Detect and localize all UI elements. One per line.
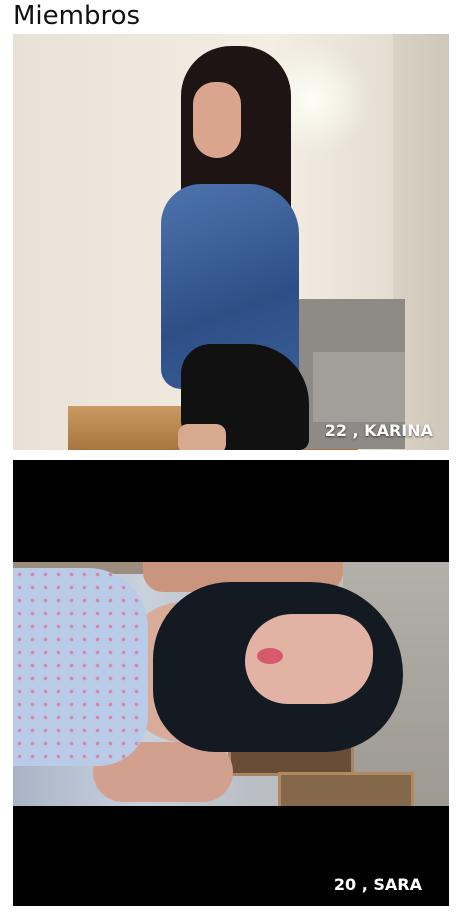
member-photo bbox=[13, 34, 449, 450]
member-label: 22 , KARINA bbox=[324, 421, 433, 440]
member-photo bbox=[13, 562, 449, 806]
page-title: Miembros bbox=[13, 1, 141, 31]
member-card-sara[interactable]: 20 , SARA bbox=[13, 460, 449, 906]
member-card-karina[interactable]: 22 , KARINA bbox=[13, 34, 449, 450]
member-label: 20 , SARA bbox=[333, 875, 422, 894]
